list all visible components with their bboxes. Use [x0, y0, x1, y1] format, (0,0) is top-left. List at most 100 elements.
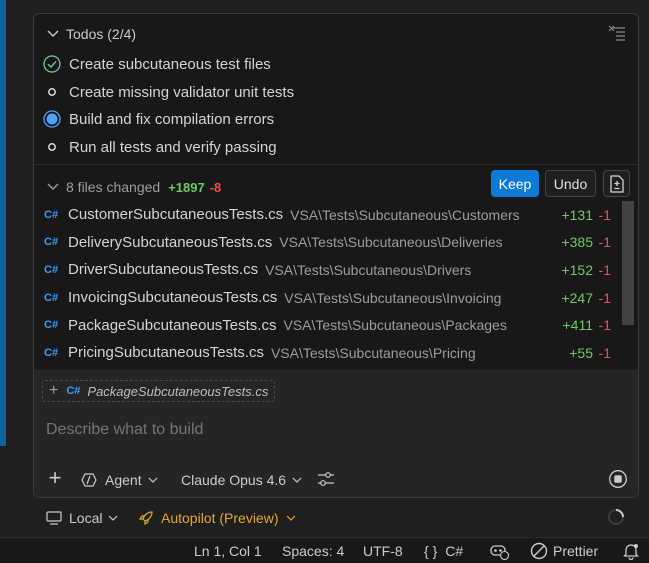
- notifications-bell-icon[interactable]: [622, 542, 640, 560]
- csharp-file-icon: C#: [44, 291, 59, 304]
- total-lines-removed: -8: [209, 179, 222, 195]
- chat-prompt-input[interactable]: [46, 421, 606, 439]
- loading-spinner-icon: [607, 508, 625, 526]
- todo-item: Build and fix compilation errors: [42, 108, 274, 130]
- file-name: PricingSubcutaneousTests.cs: [68, 344, 264, 362]
- todo-item: Create subcutaneous test files: [42, 53, 271, 75]
- file-path: VSA\Tests\Subcutaneous\Customers: [290, 206, 520, 223]
- csharp-file-icon: C#: [44, 319, 59, 332]
- csharp-file-icon: C#: [44, 208, 59, 221]
- cursor-position[interactable]: Ln 1, Col 1: [194, 542, 262, 560]
- chevron-down-icon[interactable]: [44, 26, 62, 42]
- csharp-file-icon: C#: [44, 346, 59, 359]
- chevron-down-icon: [109, 515, 118, 521]
- todo-label: Run all tests and verify passing: [69, 138, 277, 156]
- chevron-down-icon: [292, 477, 302, 483]
- chat-input-area: + C# PackageSubcutaneousTests.cs + Agent…: [34, 370, 638, 497]
- changed-file-row[interactable]: C# CustomerSubcutaneousTests.cs VSA\Test…: [34, 201, 622, 229]
- editor-side-strip: [0, 0, 6, 446]
- copilot-icon[interactable]: [488, 542, 510, 560]
- file-path: VSA\Tests\Subcutaneous\Packages: [283, 317, 507, 334]
- file-list-scrollbar[interactable]: [622, 201, 634, 325]
- clear-list-icon[interactable]: [608, 24, 626, 42]
- mode-label: Agent: [105, 472, 142, 488]
- file-name: DriverSubcutaneousTests.cs: [68, 261, 259, 279]
- pending-circle-icon: [42, 137, 62, 157]
- chat-panel: Todos (2/4) Create subcutaneous test fil…: [33, 13, 639, 498]
- changed-file-row[interactable]: C# PricingSubcutaneousTests.cs VSA\Tests…: [34, 339, 622, 367]
- file-lines-removed: -1: [598, 317, 611, 334]
- check-circle-icon: [42, 54, 62, 74]
- csharp-file-icon: C#: [66, 385, 81, 397]
- tools-settings-icon[interactable]: [317, 470, 335, 488]
- context-file-label: PackageSubcutaneousTests.cs: [87, 383, 269, 399]
- braces-icon: { }: [424, 543, 438, 559]
- csharp-file-icon: C#: [44, 263, 59, 276]
- file-lines-added: +131: [561, 206, 593, 223]
- file-name: DeliverySubcutaneousTests.cs: [68, 233, 273, 251]
- changed-file-row[interactable]: C# PackageSubcutaneousTests.cs VSA\Tests…: [34, 311, 622, 339]
- file-lines-removed: -1: [598, 261, 611, 278]
- mode-picker[interactable]: Agent: [81, 469, 158, 491]
- location-picker[interactable]: Local: [46, 507, 118, 529]
- chevron-down-icon[interactable]: [44, 179, 62, 195]
- todo-label: Create subcutaneous test files: [69, 55, 271, 73]
- language-label: C#: [445, 543, 464, 559]
- changed-file-row[interactable]: C# InvoicingSubcutaneousTests.cs VSA\Tes…: [34, 284, 622, 312]
- keep-button[interactable]: Keep: [491, 170, 539, 197]
- file-lines-added: +247: [561, 289, 593, 306]
- blocked-icon: [530, 542, 548, 560]
- undo-button[interactable]: Undo: [545, 170, 596, 197]
- review-changes-button[interactable]: [603, 170, 630, 197]
- file-path: VSA\Tests\Subcutaneous\Invoicing: [284, 289, 502, 306]
- changed-file-row[interactable]: C# DeliverySubcutaneousTests.cs VSA\Test…: [34, 229, 622, 257]
- chat-toolbar: + Agent Claude Opus 4.6: [34, 467, 638, 493]
- file-lines-removed: -1: [598, 234, 611, 251]
- model-label: Claude Opus 4.6: [181, 472, 287, 488]
- in-progress-circle-icon: [42, 109, 62, 129]
- chevron-down-icon: [148, 477, 158, 483]
- file-lines-removed: -1: [598, 206, 611, 223]
- todo-label: Build and fix compilation errors: [69, 110, 275, 128]
- section-divider: [34, 164, 638, 165]
- stop-icon: [609, 470, 627, 488]
- file-name: CustomerSubcutaneousTests.cs: [68, 206, 284, 224]
- status-bar: Ln 1, Col 1 Spaces: 4 UTF-8 { } C# Prett…: [0, 537, 649, 563]
- changed-file-row[interactable]: C# DriverSubcutaneousTests.cs VSA\Tests\…: [34, 256, 622, 284]
- file-path: VSA\Tests\Subcutaneous\Drivers: [265, 261, 472, 278]
- changed-files-list: C# CustomerSubcutaneousTests.cs VSA\Test…: [34, 201, 622, 367]
- file-lines-added: +152: [561, 261, 593, 278]
- file-lines-added: +385: [561, 234, 593, 251]
- todos-title: Todos (2/4): [66, 26, 137, 42]
- context-file-chip[interactable]: + C# PackageSubcutaneousTests.cs: [42, 380, 276, 402]
- total-lines-added: +1897: [168, 179, 205, 195]
- pending-circle-icon: [42, 82, 62, 102]
- file-lines-removed: -1: [598, 289, 611, 306]
- stop-button[interactable]: [608, 469, 628, 489]
- encoding-setting[interactable]: UTF-8: [363, 542, 403, 560]
- add-context-icon[interactable]: +: [49, 382, 58, 400]
- csharp-file-icon: C#: [44, 236, 59, 249]
- model-picker[interactable]: Claude Opus 4.6: [181, 469, 302, 491]
- indentation-setting[interactable]: Spaces: 4: [282, 542, 344, 560]
- file-name: PackageSubcutaneousTests.cs: [68, 316, 277, 334]
- diff-document-icon: [609, 174, 624, 193]
- prettier-status[interactable]: Prettier: [530, 542, 598, 560]
- file-lines-added: +55: [569, 344, 593, 361]
- monitor-icon: [46, 511, 62, 525]
- todo-item: Run all tests and verify passing: [42, 136, 277, 158]
- todos-header[interactable]: Todos (2/4): [44, 24, 136, 44]
- todo-item: Create missing validator unit tests: [42, 81, 294, 103]
- chevron-down-icon: [286, 515, 295, 521]
- location-label: Local: [69, 510, 103, 526]
- language-mode[interactable]: { } C#: [424, 542, 463, 560]
- file-path: VSA\Tests\Subcutaneous\Pricing: [270, 344, 476, 361]
- file-path: VSA\Tests\Subcutaneous\Deliveries: [279, 234, 503, 251]
- autopilot-picker[interactable]: Autopilot (Preview): [138, 507, 296, 529]
- todo-label: Create missing validator unit tests: [69, 83, 295, 101]
- file-lines-removed: -1: [598, 344, 611, 361]
- rocket-icon: [138, 511, 153, 526]
- changed-files-header[interactable]: 8 files changed +1897 -8: [44, 177, 221, 197]
- file-lines-added: +411: [562, 317, 594, 334]
- add-attachment-button[interactable]: +: [44, 467, 66, 491]
